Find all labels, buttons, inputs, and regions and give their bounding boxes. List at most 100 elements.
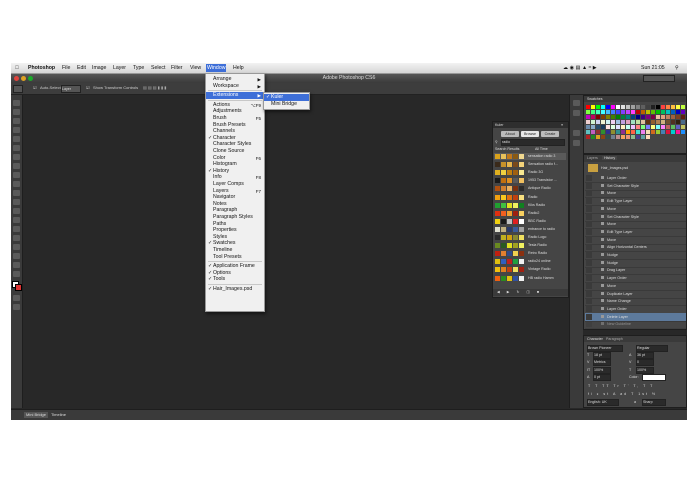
healing-tool-icon[interactable]	[13, 154, 20, 160]
history-state[interactable]: New Guideline	[585, 320, 686, 330]
align-icons[interactable]: ▤ ▤ ▤ ▮ ▮ ▮	[143, 85, 167, 90]
history-brush-source-box[interactable]	[586, 252, 592, 258]
history-brush-source-box[interactable]	[586, 275, 592, 282]
type-style-buttons[interactable]: T T TT Tr T' T, T T	[588, 384, 654, 388]
swatch[interactable]	[586, 125, 590, 129]
swatch[interactable]	[636, 125, 640, 129]
window-menu-item[interactable]: Extensions ▶	[206, 92, 264, 100]
swatch[interactable]	[646, 135, 650, 139]
tab-timeline[interactable]: Timeline	[49, 412, 68, 418]
swatch[interactable]	[586, 135, 590, 139]
workspace-switcher[interactable]	[643, 75, 675, 82]
kuler-theme-row[interactable]: Tesla Radio	[494, 242, 566, 249]
swatch[interactable]	[626, 130, 630, 134]
quick-mask-icon[interactable]	[13, 295, 20, 301]
background-color-icon[interactable]	[15, 284, 22, 291]
apple-icon[interactable]: 	[15, 64, 19, 72]
swatch[interactable]	[631, 105, 635, 109]
app-menu[interactable]: Photoshop	[28, 64, 55, 72]
swatch[interactable]	[586, 105, 590, 109]
swatch[interactable]	[601, 125, 605, 129]
swatch[interactable]	[586, 115, 590, 119]
leading-field[interactable]: 36 pt	[636, 352, 654, 359]
swatch[interactable]	[661, 115, 665, 119]
swatch[interactable]	[616, 115, 620, 119]
swatch[interactable]	[621, 135, 625, 139]
swatch-grid[interactable]	[586, 105, 686, 151]
swatch[interactable]	[641, 120, 645, 124]
zoom-tool-icon[interactable]	[13, 271, 20, 277]
swatch[interactable]	[656, 110, 660, 114]
swatch[interactable]	[641, 105, 645, 109]
kuler-theme-row[interactable]: Retro Radio	[494, 250, 566, 257]
swatch[interactable]	[606, 115, 610, 119]
history-brush-source-box[interactable]	[586, 313, 592, 320]
swatch[interactable]	[621, 105, 625, 109]
antialias-select[interactable]: Sharp	[642, 399, 666, 406]
swatches-title[interactable]: Swatches	[587, 97, 603, 101]
swatch[interactable]	[591, 135, 595, 139]
kuler-title[interactable]: Kuler	[495, 123, 503, 127]
swatch[interactable]	[666, 115, 670, 119]
swatch[interactable]	[646, 125, 650, 129]
swatch[interactable]	[611, 125, 615, 129]
menu-view[interactable]: View	[190, 64, 201, 72]
tab-character[interactable]: Character	[587, 337, 603, 341]
kuler-theme-row[interactable]: Radio 3G	[494, 169, 566, 176]
swatch[interactable]	[591, 125, 595, 129]
swatch[interactable]	[601, 135, 605, 139]
swatch[interactable]	[636, 110, 640, 114]
menu-image[interactable]: Image	[92, 64, 106, 72]
eraser-tool-icon[interactable]	[13, 190, 20, 196]
swatch[interactable]	[661, 120, 665, 124]
menu-filter[interactable]: Filter	[171, 64, 183, 72]
move-tool-icon[interactable]	[13, 85, 23, 93]
swatch[interactable]	[646, 115, 650, 119]
swatch[interactable]	[611, 110, 615, 114]
text-color-swatch[interactable]	[642, 374, 666, 381]
swatch[interactable]	[606, 105, 610, 109]
submenu-item[interactable]: Mini Bridge	[264, 101, 309, 108]
swatch[interactable]	[601, 120, 605, 124]
swatch[interactable]	[651, 105, 655, 109]
auto-select-checkbox[interactable]: ☑	[33, 85, 37, 90]
swatch[interactable]	[596, 115, 600, 119]
menu-select[interactable]: Select	[151, 64, 165, 72]
history-brush-source-box[interactable]	[586, 221, 592, 228]
swatch[interactable]	[656, 105, 660, 109]
swatch[interactable]	[596, 125, 600, 129]
history-brush-source-box[interactable]	[586, 213, 592, 220]
window-menu-item[interactable]: ✓ Tools	[206, 276, 264, 283]
swatch[interactable]	[611, 135, 615, 139]
history-brush-source-box[interactable]	[586, 228, 592, 235]
stamp-tool-icon[interactable]	[13, 172, 20, 178]
history-brush-source-box[interactable]	[586, 290, 592, 297]
swatch[interactable]	[681, 120, 685, 124]
swatch[interactable]	[636, 120, 640, 124]
swatch[interactable]	[671, 125, 675, 129]
language-select[interactable]: English: UK	[587, 399, 619, 406]
swatch[interactable]	[646, 110, 650, 114]
menu-type[interactable]: Type	[133, 64, 144, 72]
swatch[interactable]	[651, 120, 655, 124]
swatch[interactable]	[641, 110, 645, 114]
menu-help[interactable]: Help	[233, 64, 244, 72]
eyedropper-tool-icon[interactable]	[13, 145, 20, 151]
clock[interactable]: Sun 21:05	[641, 64, 665, 72]
status-icons[interactable]: ☁ ◉ ▤ ▲ ≈ ▶	[563, 64, 597, 72]
menu-layer[interactable]: Layer	[113, 64, 126, 72]
swatch[interactable]	[626, 105, 630, 109]
swatch[interactable]	[611, 130, 615, 134]
window-menu-item[interactable]: Tool Presets	[206, 254, 264, 261]
dodge-tool-icon[interactable]	[13, 217, 20, 223]
swatch[interactable]	[611, 120, 615, 124]
swatch[interactable]	[681, 130, 685, 134]
swatch[interactable]	[671, 130, 675, 134]
swatch[interactable]	[631, 135, 635, 139]
kuler-theme-row[interactable]: radio24 online	[494, 258, 566, 265]
kuler-footer-icons[interactable]: ◀ ▶ ↻ ◫ ■	[497, 290, 542, 294]
move-tool-icon[interactable]	[13, 100, 20, 106]
auto-select-dropdown[interactable]: Layer	[61, 85, 81, 93]
tab-create[interactable]: Create	[541, 131, 559, 137]
kuler-theme-row[interactable]: 1953 Transistor ...	[494, 177, 566, 184]
